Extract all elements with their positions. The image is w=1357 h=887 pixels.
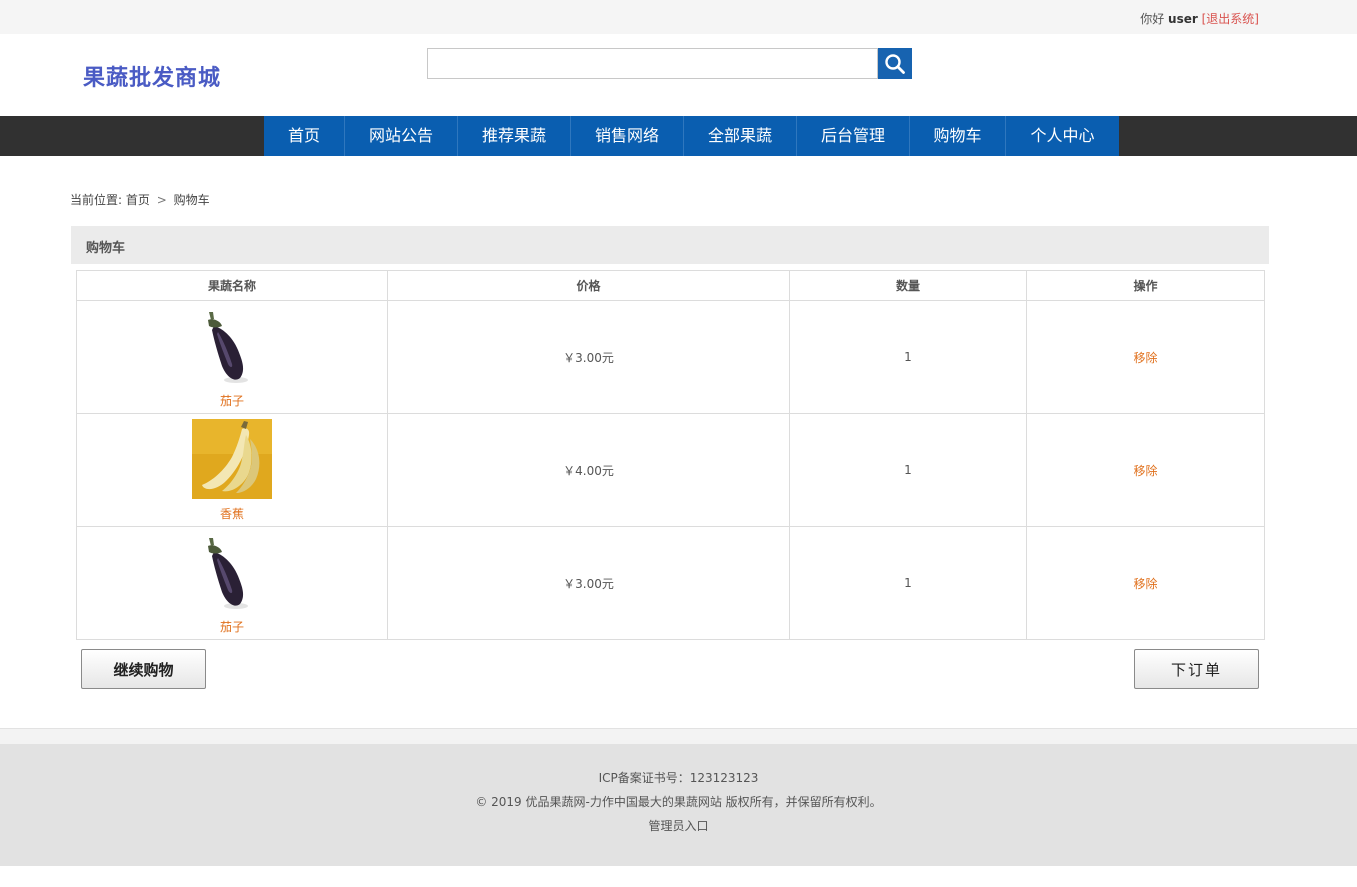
product-cell: 香蕉 — [77, 414, 388, 527]
price-cell: ￥3.00元 — [388, 301, 790, 414]
breadcrumb: 当前位置: 首页 > 购物车 — [70, 191, 210, 208]
column-header-action: 操作 — [1027, 271, 1265, 301]
footer-divider — [0, 728, 1357, 744]
nav-item-all-products[interactable]: 全部果蔬 — [684, 116, 797, 156]
cart-table: 果蔬名称 价格 数量 操作 茄子 ￥3.00元 1 移除 — [76, 270, 1265, 640]
product-cell: 茄子 — [77, 527, 388, 640]
eggplant-image[interactable] — [192, 306, 272, 386]
quantity-cell: 1 — [790, 301, 1027, 414]
remove-link[interactable]: 移除 — [1133, 464, 1157, 478]
table-row: 茄子 ￥3.00元 1 移除 — [77, 301, 1265, 414]
product-name-link[interactable]: 香蕉 — [77, 505, 387, 522]
table-header-row: 果蔬名称 价格 数量 操作 — [77, 271, 1265, 301]
nav-list: 首页 网站公告 推荐果蔬 销售网络 全部果蔬 后台管理 购物车 个人中心 — [264, 116, 1119, 156]
site-logo[interactable]: 果蔬批发商城 — [83, 60, 221, 92]
breadcrumb-home-link[interactable]: 首页 — [126, 193, 150, 207]
table-row: 茄子 ￥3.00元 1 移除 — [77, 527, 1265, 640]
action-cell: 移除 — [1027, 527, 1265, 640]
cart-panel-header: 购物车 — [71, 226, 1269, 264]
quantity-cell: 1 — [790, 414, 1027, 527]
nav-item-profile[interactable]: 个人中心 — [1006, 116, 1119, 156]
nav-item-recommended[interactable]: 推荐果蔬 — [458, 116, 571, 156]
banana-image[interactable] — [192, 419, 272, 499]
nav-item-home[interactable]: 首页 — [264, 116, 345, 156]
greeting-text: 你好 — [1140, 12, 1164, 26]
nav-item-announcements[interactable]: 网站公告 — [345, 116, 458, 156]
column-header-quantity: 数量 — [790, 271, 1027, 301]
action-cell: 移除 — [1027, 301, 1265, 414]
action-cell: 移除 — [1027, 414, 1265, 527]
search-button[interactable] — [878, 48, 912, 79]
column-header-name: 果蔬名称 — [77, 271, 388, 301]
footer: ICP备案证书号：123123123 © 2019 优品果蔬网-力作中国最大的果… — [0, 744, 1357, 866]
product-name-link[interactable]: 茄子 — [77, 392, 387, 409]
quantity-cell: 1 — [790, 527, 1027, 640]
price-cell: ￥4.00元 — [388, 414, 790, 527]
panel-title: 购物车 — [86, 237, 125, 256]
table-row: 香蕉 ￥4.00元 1 移除 — [77, 414, 1265, 527]
product-cell: 茄子 — [77, 301, 388, 414]
search-icon — [884, 53, 906, 75]
continue-shopping-button[interactable]: 继续购物 — [81, 649, 206, 689]
breadcrumb-prefix: 当前位置: — [70, 193, 122, 207]
search-input[interactable] — [427, 48, 878, 79]
top-bar: 你好 user [退出系统] — [0, 0, 1357, 34]
price-cell: ￥3.00元 — [388, 527, 790, 640]
username: user — [1168, 12, 1198, 26]
admin-entry-link[interactable]: 管理员入口 — [0, 817, 1357, 834]
product-name-link[interactable]: 茄子 — [77, 618, 387, 635]
eggplant-image[interactable] — [192, 532, 272, 612]
breadcrumb-separator: > — [157, 193, 167, 207]
remove-link[interactable]: 移除 — [1133, 577, 1157, 591]
nav-item-admin[interactable]: 后台管理 — [797, 116, 910, 156]
search-bar — [427, 48, 912, 79]
nav-item-cart[interactable]: 购物车 — [910, 116, 1006, 156]
main-nav: 首页 网站公告 推荐果蔬 销售网络 全部果蔬 后台管理 购物车 个人中心 — [0, 116, 1357, 156]
place-order-button[interactable]: 下订单 — [1134, 649, 1259, 689]
nav-item-sales-network[interactable]: 销售网络 — [571, 116, 684, 156]
logout-link[interactable]: [退出系统] — [1202, 12, 1259, 26]
breadcrumb-current: 购物车 — [174, 193, 210, 207]
remove-link[interactable]: 移除 — [1133, 351, 1157, 365]
footer-icp: ICP备案证书号：123123123 — [0, 769, 1357, 786]
column-header-price: 价格 — [388, 271, 790, 301]
footer-copyright: © 2019 优品果蔬网-力作中国最大的果蔬网站 版权所有，并保留所有权利。 — [0, 793, 1357, 810]
user-greeting: 你好 user [退出系统] — [1140, 10, 1259, 27]
